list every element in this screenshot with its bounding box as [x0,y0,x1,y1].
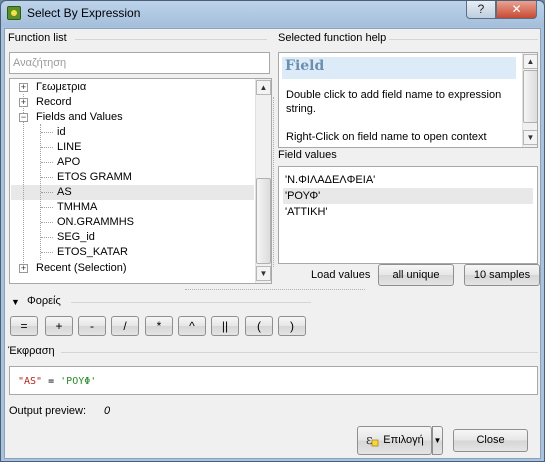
tree-connector [41,252,53,253]
plus-button[interactable]: + [45,316,73,336]
field-values-list[interactable]: 'Ν.ΦΙΛΑΔΕΛΦΕΙΑ' 'ΡΟΥΦ' 'ΑΤΤΙΚΗ' [278,166,538,264]
load-values-label: Load values [311,269,371,281]
field-item-id[interactable]: id [57,125,66,140]
field-item-as[interactable]: AS [57,185,72,200]
collapse-icon[interactable]: − [19,113,28,122]
function-help-panel: Field Double click to add field name to … [278,52,538,148]
tree-label: Fields and Values [36,111,123,123]
ten-samples-button[interactable]: 10 samples [464,264,540,286]
collapse-operators-icon[interactable]: ▼ [11,297,20,307]
field-item-tmhma[interactable]: TMHMA [57,200,97,215]
select-expression-icon: ε [365,432,379,448]
tree-connector [41,222,53,223]
tree-connector [41,132,53,133]
field-item-seg-id[interactable]: SEG_id [57,230,95,245]
expand-icon[interactable]: + [19,264,28,273]
help-button[interactable]: ? [466,1,496,19]
expression-value: 'ΡΟΥΦ' [60,376,97,387]
expand-icon[interactable]: + [19,98,28,107]
expression-field: "AS" [18,376,43,387]
scroll-down-arrow[interactable]: ▼ [256,266,271,281]
field-value-item[interactable]: 'Ν.ΦΙΛΑΔΕΛΦΕΙΑ' [283,172,533,188]
open-paren-button[interactable]: ( [245,316,273,336]
window-title: Select By Expression [27,6,141,20]
expression-editor[interactable]: "AS" = 'ΡΟΥΦ' [9,366,538,395]
splitter-handle[interactable] [273,97,276,267]
help-text-line2: Right-Click on field name to open contex… [286,131,487,147]
concat-button[interactable]: || [211,316,239,336]
field-values-label: Field values [278,149,340,161]
field-item-line[interactable]: LINE [57,140,81,155]
function-tree[interactable]: + Γεωμετρια + Record − Fields and Values… [9,78,272,284]
tree-connector [41,237,53,238]
divide-button[interactable]: / [111,316,139,336]
tree-connector [41,147,53,148]
qgis-expression-icon [7,6,21,20]
select-by-expression-dialog: Select By Expression ? ✕ Function list Α… [0,0,545,462]
help-divider [385,39,538,40]
field-item-etos-gramm[interactable]: ETOS GRAMM [57,170,132,185]
output-preview-value: 0 [104,405,111,417]
scroll-up-arrow[interactable]: ▲ [523,54,537,69]
close-window-button[interactable]: ✕ [496,1,537,19]
tree-connector [41,162,53,163]
search-input[interactable]: Αναζήτηση [9,52,270,74]
scroll-thumb[interactable] [523,70,537,123]
power-button[interactable]: ^ [178,316,206,336]
all-unique-button[interactable]: all unique [378,264,454,286]
field-item-etos-katar[interactable]: ETOS_KATAR [57,245,128,260]
expression-divider [61,352,538,353]
close-button[interactable]: Close [453,429,528,452]
equals-button[interactable]: = [10,316,38,336]
tree-connector [41,207,53,208]
scroll-down-arrow[interactable]: ▼ [523,130,537,145]
field-value-item[interactable]: 'ΡΟΥΦ' [283,188,533,204]
tree-label: Γεωμετρια [36,81,87,93]
scroll-thumb[interactable] [256,178,271,264]
close-paren-button[interactable]: ) [278,316,306,336]
tree-connector [41,177,53,178]
title-bar[interactable]: Select By Expression ? ✕ [1,1,544,27]
tree-label: Record [36,96,72,108]
selected-function-help-label: Selected function help [278,32,390,44]
select-button[interactable]: ε Επιλογή [357,426,432,455]
tree-label: Recent (Selection) [36,262,127,274]
field-item-apo[interactable]: APO [57,155,80,170]
operators-divider [71,302,311,303]
tree-connector [41,192,53,193]
select-dropdown-arrow[interactable]: ▼ [432,426,443,455]
help-scrollbar[interactable]: ▲ ▼ [522,53,537,147]
dialog-body: Function list Αναζήτηση + Γεωμετρια + Re… [4,28,541,459]
output-preview-label: Output preview: [9,405,87,417]
expand-icon[interactable]: + [19,83,28,92]
tree-scrollbar[interactable]: ▲ ▼ [255,79,271,283]
field-item-on-grammhs[interactable]: ON.GRAMMHS [57,215,134,230]
function-list-divider [75,39,267,40]
field-value-item[interactable]: 'ΑΤΤΙΚΗ' [283,204,533,220]
splitter-handle[interactable] [185,289,365,292]
operators-label: Φορείς [27,295,64,307]
help-text-line1: Double click to add field name to expres… [286,89,502,115]
scroll-up-arrow[interactable]: ▲ [256,80,271,95]
select-button-label: Επιλογή [383,434,424,446]
help-title: Field [282,57,516,79]
function-list-label: Function list [8,32,70,44]
multiply-button[interactable]: * [145,316,173,336]
expression-label: Έκφραση [8,345,58,357]
minus-button[interactable]: - [78,316,106,336]
expression-operator: = [42,376,61,387]
